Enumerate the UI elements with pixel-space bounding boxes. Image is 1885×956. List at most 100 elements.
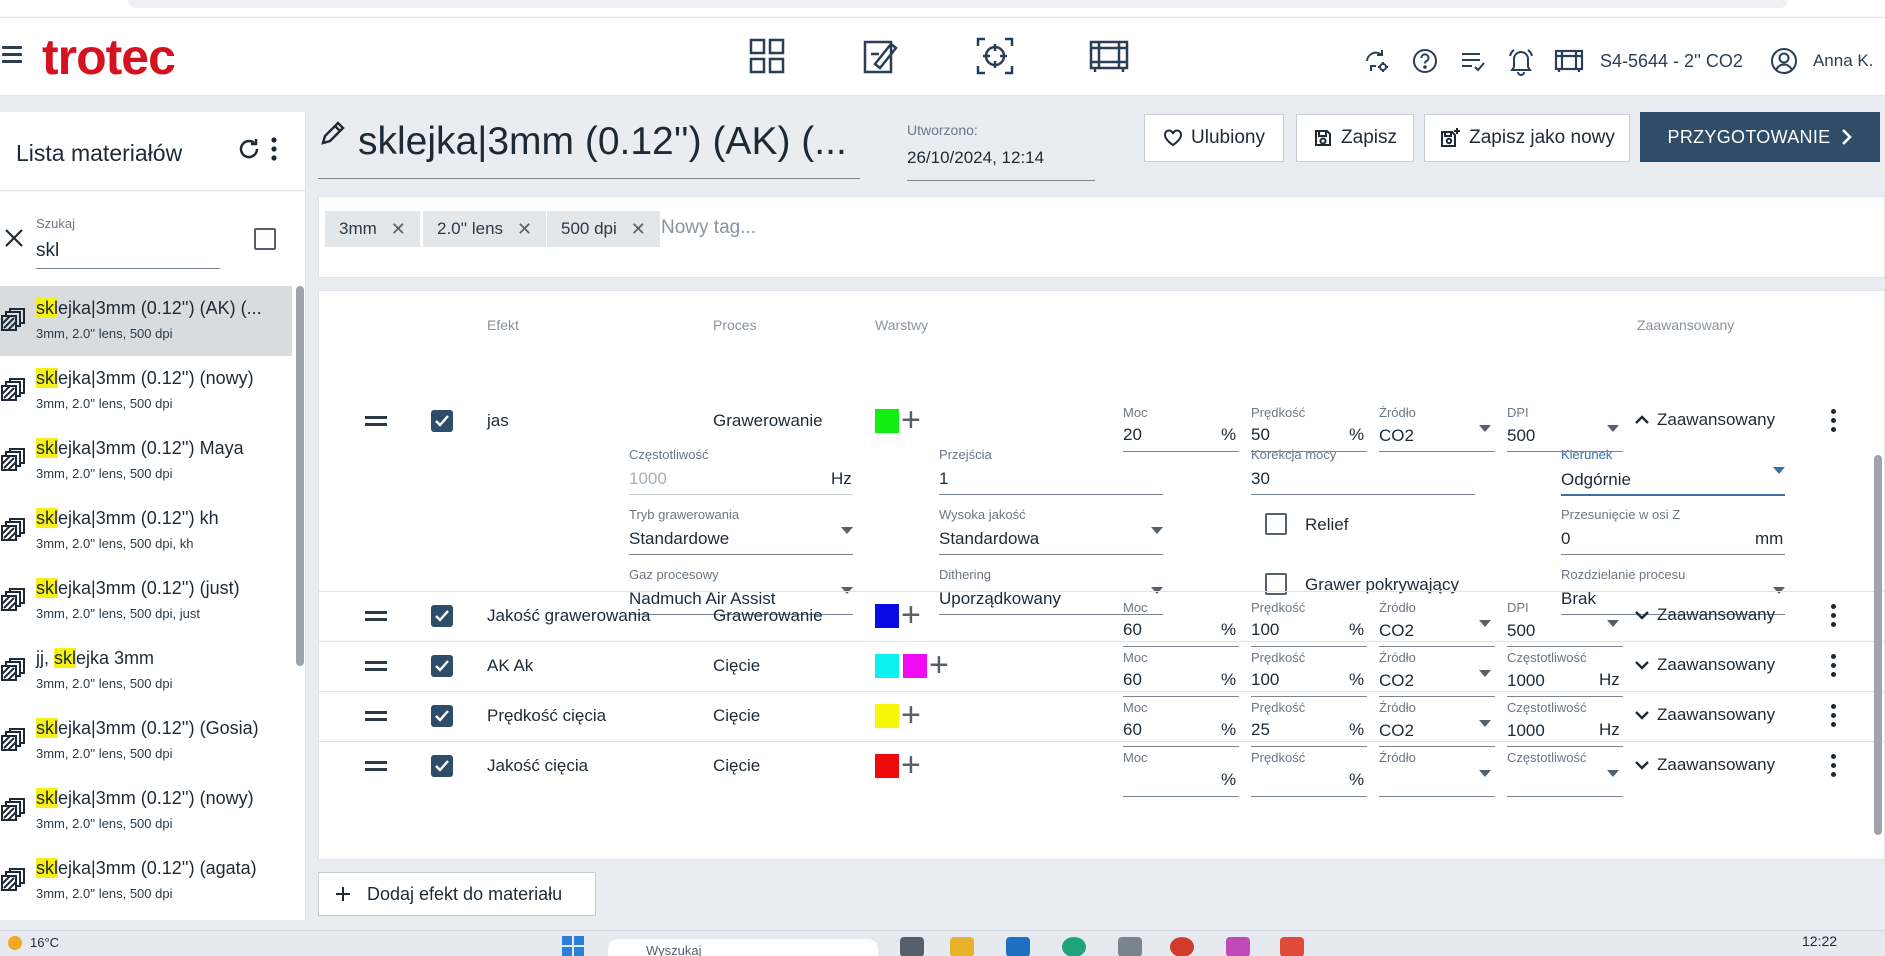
list-item[interactable]: sklejka|3mm (0.12'') (Gosia) 3mm, 2.0'' l…	[0, 706, 292, 776]
list-item[interactable]: sklejka|3mm (0.12'') (just) 3mm, 2.0'' le…	[0, 566, 292, 636]
dpi-dropdown-icon[interactable]	[1607, 620, 1619, 627]
new-tag-input[interactable]: Nowy tag...	[661, 217, 756, 239]
user-avatar-icon[interactable]	[1765, 42, 1803, 80]
list-item[interactable]: sklejka|3mm (0.12'') (nowy) 3mm, 2.0'' le…	[0, 356, 292, 426]
remove-tag-icon[interactable]: ✕	[631, 219, 646, 240]
power-input[interactable]: 60	[1123, 720, 1142, 740]
source-dropdown-icon[interactable]	[1479, 620, 1491, 627]
task-view-icon[interactable]	[900, 937, 924, 956]
speed-input[interactable]: 100	[1251, 620, 1279, 640]
refresh-icon[interactable]	[236, 136, 262, 167]
machine-bed-icon[interactable]	[1082, 34, 1136, 78]
add-effect-button[interactable]: Dodaj efekt do materiału	[318, 872, 596, 916]
tag-chip[interactable]: 2.0'' lens ✕	[423, 211, 547, 247]
layer-color-swatch[interactable]	[875, 654, 899, 678]
source-dropdown-icon[interactable]	[1479, 770, 1491, 777]
menu-icon[interactable]	[2, 46, 22, 64]
job-list-icon[interactable]	[1454, 42, 1492, 80]
last-field-input[interactable]: 500	[1507, 621, 1535, 641]
advanced-toggle[interactable]: Zaawansowany	[1635, 605, 1775, 625]
focus-target-icon[interactable]	[968, 34, 1022, 78]
more-options-icon[interactable]	[270, 136, 278, 167]
drag-handle-icon[interactable]	[365, 416, 387, 426]
row-menu-icon[interactable]	[1831, 754, 1837, 781]
list-item[interactable]: sklejka|3mm (0.12'') (nowy) 3mm, 2.0'' le…	[0, 776, 292, 846]
source-dropdown-icon[interactable]	[1479, 425, 1491, 432]
last-field-input[interactable]: 1000	[1507, 671, 1545, 691]
effect-name[interactable]: Jakość grawerowania	[487, 606, 650, 626]
add-layer-icon[interactable]: +	[901, 598, 921, 632]
effect-enabled-checkbox[interactable]	[431, 605, 453, 627]
select-all-checkbox[interactable]	[254, 228, 276, 250]
source-select[interactable]: CO2	[1379, 721, 1414, 741]
effect-name[interactable]: Jakość cięcia	[487, 756, 588, 776]
list-item[interactable]: sklejka|3mm (0.12'') kh 3mm, 2.0'' lens, …	[0, 496, 292, 566]
start-icon[interactable]	[562, 936, 584, 956]
effect-enabled-checkbox[interactable]	[431, 755, 453, 777]
effect-name[interactable]: jas	[487, 411, 509, 431]
speed-input[interactable]: 25	[1251, 720, 1270, 740]
chrome-icon[interactable]	[1170, 937, 1194, 956]
app-icon[interactable]	[1118, 937, 1142, 956]
list-item[interactable]: jj, sklejka 3mm 3mm, 2.0'' lens, 500 dpi	[0, 636, 292, 706]
edit-name-icon[interactable]	[318, 118, 348, 153]
layer-color-swatch[interactable]	[875, 754, 899, 778]
layer-color-swatch[interactable]	[875, 409, 899, 433]
save-button[interactable]: Zapisz	[1296, 114, 1414, 162]
row-menu-icon[interactable]	[1831, 409, 1837, 436]
remove-tag-icon[interactable]: ✕	[391, 219, 406, 240]
add-layer-icon[interactable]: +	[901, 403, 921, 437]
tag-chip[interactable]: 500 dpi ✕	[547, 211, 660, 247]
app-icon[interactable]	[1226, 937, 1250, 956]
advanced-toggle[interactable]: Zaawansowany	[1635, 755, 1775, 775]
sidebar-scrollbar[interactable]	[296, 286, 304, 666]
layer-color-swatch[interactable]	[875, 704, 899, 728]
source-dropdown-icon[interactable]	[1479, 720, 1491, 727]
drag-handle-icon[interactable]	[365, 611, 387, 621]
source-select[interactable]: CO2	[1379, 426, 1414, 446]
remove-tag-icon[interactable]: ✕	[517, 219, 532, 240]
app-icon[interactable]	[1280, 937, 1304, 956]
speed-input[interactable]: 100	[1251, 670, 1279, 690]
favorite-button[interactable]: Ulubiony	[1144, 114, 1284, 162]
weather-widget[interactable]: 16°C	[8, 935, 59, 950]
last-field-input[interactable]: 500	[1507, 426, 1535, 446]
add-layer-icon[interactable]: +	[901, 748, 921, 782]
row-menu-icon[interactable]	[1831, 604, 1837, 631]
material-title[interactable]: sklejka|3mm (0.12'') (AK) (...	[358, 120, 847, 164]
notifications-icon[interactable]	[1502, 42, 1540, 80]
drag-handle-icon[interactable]	[365, 711, 387, 721]
effect-enabled-checkbox[interactable]	[431, 655, 453, 677]
prepare-button[interactable]: PRZYGOTOWANIE	[1640, 112, 1880, 162]
store-icon[interactable]	[1006, 937, 1030, 956]
effects-scrollbar[interactable]	[1874, 455, 1882, 835]
save-as-new-button[interactable]: Zapisz jako nowy	[1424, 114, 1630, 162]
source-select[interactable]: CO2	[1379, 671, 1414, 691]
file-explorer-icon[interactable]	[950, 937, 974, 956]
drag-handle-icon[interactable]	[365, 661, 387, 671]
help-icon[interactable]	[1406, 42, 1444, 80]
add-layer-icon[interactable]: +	[901, 698, 921, 732]
add-layer-icon[interactable]: +	[929, 648, 949, 682]
list-item[interactable]: sklejka|3mm (0.12'') (agata) 3mm, 2.0'' l…	[0, 846, 292, 916]
source-dropdown-icon[interactable]	[1479, 670, 1491, 677]
power-input[interactable]: 60	[1123, 670, 1142, 690]
list-item[interactable]: sklejka|3mm (0.12'') (AK) (... 3mm, 2.0''…	[0, 286, 292, 356]
dpi-dropdown-icon[interactable]	[1607, 770, 1619, 777]
power-input[interactable]: 60	[1123, 620, 1142, 640]
last-field-input[interactable]: 1000	[1507, 721, 1545, 741]
list-item[interactable]: sklejka|3mm (0.12'') Maya 3mm, 2.0'' lens…	[0, 426, 292, 496]
user-name[interactable]: Anna K.	[1813, 51, 1874, 71]
effect-enabled-checkbox[interactable]	[431, 410, 453, 432]
effect-enabled-checkbox[interactable]	[431, 705, 453, 727]
sync-settings-icon[interactable]	[1358, 42, 1396, 80]
speed-input[interactable]: 50	[1251, 425, 1270, 445]
layer-color-swatch[interactable]	[903, 654, 927, 678]
power-input[interactable]: 20	[1123, 425, 1142, 445]
row-menu-icon[interactable]	[1831, 654, 1837, 681]
dpi-dropdown-icon[interactable]	[1607, 425, 1619, 432]
effect-name[interactable]: AK Ak	[487, 656, 533, 676]
source-select[interactable]: CO2	[1379, 621, 1414, 641]
advanced-toggle[interactable]: Zaawansowany	[1635, 410, 1775, 430]
drag-handle-icon[interactable]	[365, 761, 387, 771]
